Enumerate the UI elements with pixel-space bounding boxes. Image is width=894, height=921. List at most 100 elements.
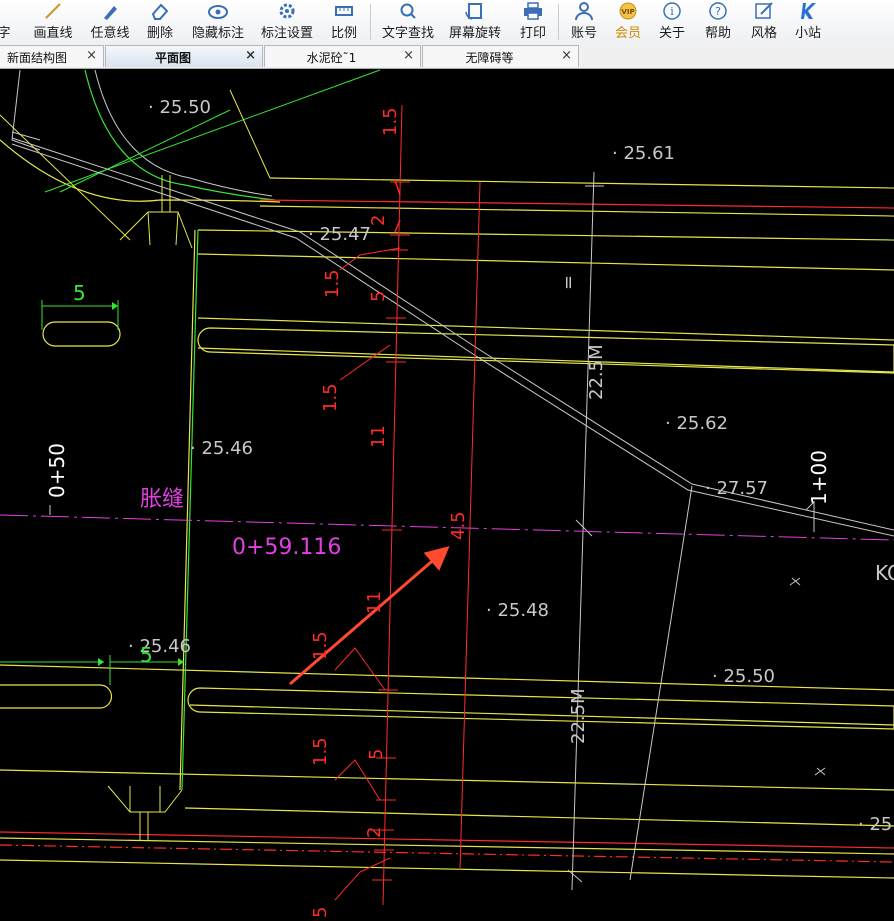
elevation-label: · 25.61 xyxy=(612,143,675,164)
tab-label: 新面结构图 xyxy=(6,51,67,65)
eye-icon xyxy=(208,5,228,19)
dim-label: 5 xyxy=(310,907,331,918)
dim-label: 5 xyxy=(366,749,387,760)
road-edges xyxy=(0,177,894,879)
annotation-settings-button[interactable]: 标注设置 xyxy=(258,0,316,44)
freehand-line-button[interactable]: 任意线 xyxy=(86,0,134,44)
style-button[interactable]: 风格 xyxy=(746,0,782,44)
tab-cement-concrete[interactable]: 水泥砼˜1 × xyxy=(264,45,421,67)
text-search-button[interactable]: 文字查找 xyxy=(380,0,436,44)
toolbar-divider xyxy=(558,4,559,40)
hide-annotations-button[interactable]: 隐藏标注 xyxy=(190,0,246,44)
text-tool-label: 字 xyxy=(0,26,11,41)
ruler-icon xyxy=(335,6,353,16)
about-label: 关于 xyxy=(658,26,685,41)
tab-plan-view[interactable]: 平面图 × xyxy=(105,45,263,67)
annotation-settings-label: 标注设置 xyxy=(260,26,313,41)
elevation-label: · 27.57 xyxy=(705,478,768,499)
drain-inlet-bottom xyxy=(107,785,183,840)
line-icon xyxy=(45,3,61,19)
width-label: 22.5M xyxy=(568,688,589,744)
vip-button[interactable]: VIP 会员 xyxy=(610,0,646,44)
ko-label: KO xyxy=(875,561,894,585)
hide-annotations-label: 隐藏标注 xyxy=(191,26,244,41)
info-icon: i xyxy=(663,2,681,20)
style-icon xyxy=(755,2,773,19)
elevation-label: · 25.50 xyxy=(712,666,775,687)
vip-label: 会员 xyxy=(614,26,641,41)
expansion-joint-line xyxy=(0,514,894,541)
drawing-canvas[interactable]: · 25.50 · 25.61 · 25.47 · 25.62 · 25.46 … xyxy=(0,69,894,921)
print-label: 打印 xyxy=(519,26,546,41)
close-icon[interactable]: × xyxy=(86,48,97,63)
close-icon[interactable]: × xyxy=(245,48,256,63)
tab-label: 无障碍等 xyxy=(465,51,514,65)
station-label: 1+00 xyxy=(807,450,831,505)
scale-label: 比例 xyxy=(330,26,357,41)
search-text-icon xyxy=(400,3,416,19)
elevation-label: · 25.46 xyxy=(128,636,191,657)
mini-site-label: 小站 xyxy=(794,26,821,41)
elevation-label: · 25.46 xyxy=(190,438,253,459)
elevation-label: · 25.62 xyxy=(665,413,728,434)
freehand-line-label: 任意线 xyxy=(90,26,130,41)
help-icon: ? xyxy=(709,2,727,20)
text-tool-button[interactable]: 字 xyxy=(0,0,16,44)
mini-site-button[interactable]: 小站 xyxy=(790,0,826,44)
expansion-joint-label: 胀缝 xyxy=(140,487,184,512)
equal-mark: = xyxy=(558,275,579,290)
account-button[interactable]: 账号 xyxy=(566,0,602,44)
svg-text:VIP: VIP xyxy=(621,8,634,16)
dim-label: 1.5 xyxy=(320,383,341,412)
elevation-label: · 25.48 xyxy=(486,600,549,621)
document-tab-bar: 新面结构图 × 平面图 × 水泥砼˜1 × 无障碍等 × xyxy=(0,44,894,69)
dim-label: 11 xyxy=(364,591,385,614)
elevation-label: · 25.47 xyxy=(308,224,371,245)
eraser-icon xyxy=(151,3,169,20)
pen-icon xyxy=(104,6,117,20)
dim-label: 1.5 xyxy=(322,269,343,298)
scale-button[interactable]: 比例 xyxy=(326,0,362,44)
green-dim-label: 5 xyxy=(73,281,86,305)
joint-station-label: 0+59.116 xyxy=(232,535,341,560)
rotate-screen-label: 屏幕旋转 xyxy=(448,26,501,41)
account-label: 账号 xyxy=(570,26,597,41)
width-label: 22.5M xyxy=(586,344,607,400)
curb-curve xyxy=(0,69,381,241)
elevation-label: · 25.5 xyxy=(858,814,894,835)
green-dim-label: 5 xyxy=(140,643,153,667)
svg-text:?: ? xyxy=(715,5,721,18)
elevation-label: · 25.50 xyxy=(148,97,211,118)
dim-label: 5 xyxy=(368,291,389,302)
tab-section-structure[interactable]: 新面结构图 × xyxy=(0,45,104,67)
delete-button[interactable]: 删除 xyxy=(142,0,178,44)
rotate-icon xyxy=(465,3,482,20)
style-label: 风格 xyxy=(750,26,777,41)
drain-inlet-top xyxy=(119,175,193,249)
toolbar: 字 画直线 任意线 删除 隐藏标注 标注设置 比例 文字查找 屏幕旋转 打印 账… xyxy=(0,0,894,45)
rotate-screen-button[interactable]: 屏幕旋转 xyxy=(446,0,504,44)
about-button[interactable]: i 关于 xyxy=(654,0,690,44)
dim-label: 11 xyxy=(368,425,389,448)
draw-line-button[interactable]: 画直线 xyxy=(30,0,76,44)
dim-label: 2 xyxy=(368,215,389,226)
dim-label: 1.5 xyxy=(310,631,331,660)
print-button[interactable]: 打印 xyxy=(514,0,552,44)
draw-line-label: 画直线 xyxy=(33,26,73,41)
dim-label: 1.5 xyxy=(310,737,331,766)
close-icon[interactable]: × xyxy=(561,48,572,63)
tab-label: 平面图 xyxy=(154,51,191,65)
delete-label: 删除 xyxy=(146,26,173,41)
printer-icon xyxy=(524,2,542,20)
station-label: 0+50 xyxy=(45,443,69,498)
settings-icon xyxy=(279,3,295,19)
annotation-arrow xyxy=(289,546,450,686)
close-icon[interactable]: × xyxy=(403,48,414,63)
help-button[interactable]: ? 帮助 xyxy=(700,0,736,44)
help-label: 帮助 xyxy=(704,26,731,41)
svg-text:i: i xyxy=(670,5,674,18)
k-logo-icon xyxy=(801,3,816,19)
tab-accessibility[interactable]: 无障碍等 × xyxy=(422,45,579,67)
tab-label: 水泥砼˜1 xyxy=(306,51,357,65)
dim-label: 4.5 xyxy=(448,511,469,540)
